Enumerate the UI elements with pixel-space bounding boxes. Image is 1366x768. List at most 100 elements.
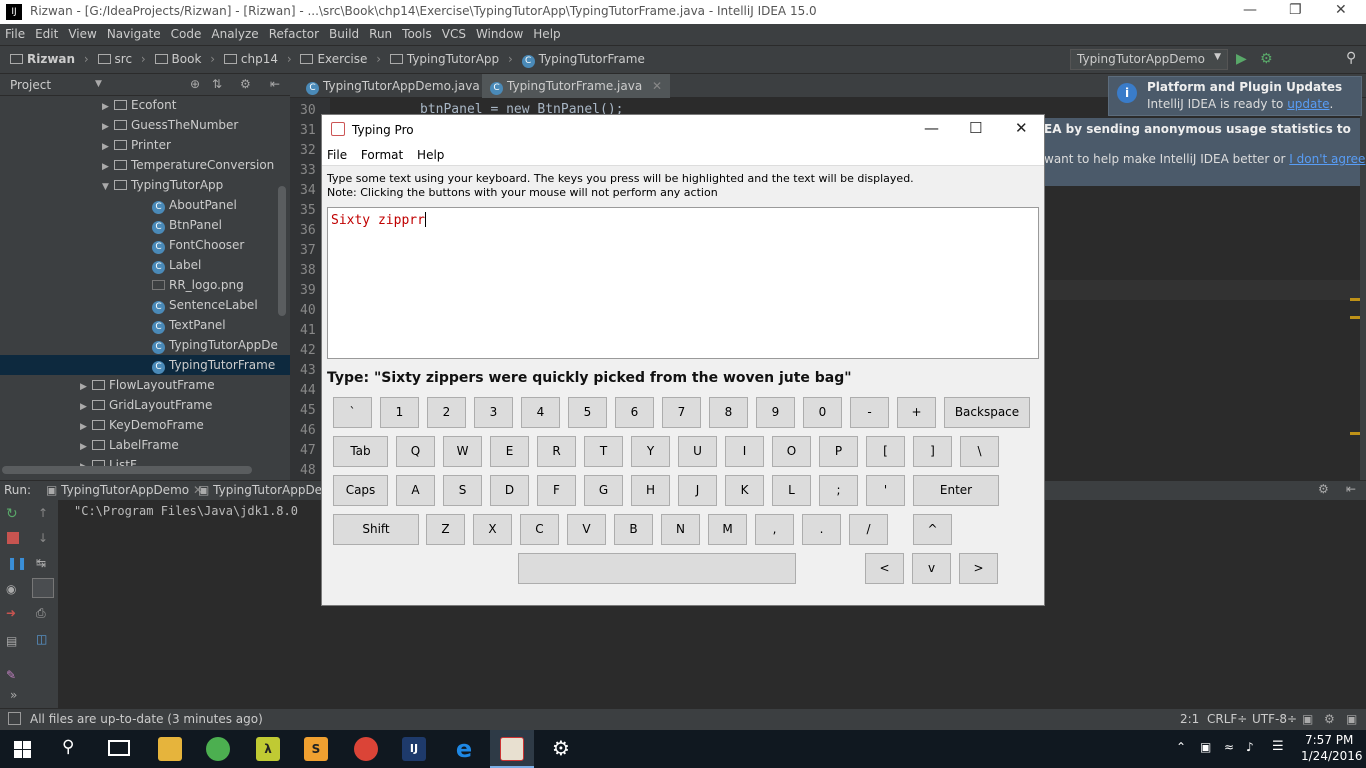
layout-icon[interactable]: ▤ [6, 634, 17, 648]
key-r[interactable]: R [537, 436, 576, 467]
key-6[interactable]: 6 [615, 397, 654, 428]
arrow-up-icon[interactable]: ↑ [38, 506, 48, 520]
menu-vcs[interactable]: VCS [437, 24, 471, 44]
key-s[interactable]: S [443, 475, 482, 506]
tree-item[interactable]: RR_logo.png [0, 275, 290, 295]
chevron-up-icon[interactable]: ⌃ [1176, 740, 1186, 754]
file-encoding[interactable]: UTF-8÷ [1252, 712, 1297, 726]
breadcrumb-typingtutorapp[interactable]: TypingTutorApp [407, 52, 499, 66]
key-l[interactable]: L [772, 475, 811, 506]
volume-icon[interactable]: ♪ [1246, 740, 1254, 754]
soft-wrap-icon[interactable]: ↹ [36, 556, 46, 570]
key-t[interactable]: T [584, 436, 623, 467]
project-panel-title[interactable]: Project [10, 78, 51, 92]
inspector-icon[interactable]: ⚙ [1324, 712, 1335, 726]
key-i[interactable]: I [725, 436, 764, 467]
maximize-icon[interactable]: ☐ [969, 119, 982, 137]
edge-icon[interactable]: e [452, 737, 476, 761]
key-e[interactable]: E [490, 436, 529, 467]
key-caps[interactable]: Caps [333, 475, 388, 506]
key-v[interactable]: v [912, 553, 951, 584]
tree-item[interactable]: ▶ TemperatureConversion [0, 155, 290, 175]
task-view-icon[interactable] [108, 740, 130, 756]
key-y[interactable]: Y [631, 436, 670, 467]
lock-icon[interactable]: ▣ [1302, 712, 1313, 726]
key-7[interactable]: 7 [662, 397, 701, 428]
update-link[interactable]: update [1287, 97, 1329, 111]
key-g[interactable]: G [584, 475, 623, 506]
collapse-icon[interactable]: ⇅ [212, 77, 222, 91]
settings-icon[interactable]: ⚙ [552, 736, 570, 760]
menu-code[interactable]: Code [166, 24, 207, 44]
key-k[interactable]: K [725, 475, 764, 506]
tool-windows-icon[interactable] [8, 712, 21, 725]
key-shift[interactable]: Shift [333, 514, 419, 545]
key-j[interactable]: J [678, 475, 717, 506]
tree-item[interactable]: ▶ GuessTheNumber [0, 115, 290, 135]
tree-item[interactable]: ▶ GridLayoutFrame [0, 395, 290, 415]
typed-text-area[interactable]: Sixty zipprr [327, 207, 1039, 359]
search-icon[interactable]: ⚲ [1346, 50, 1356, 66]
tree-item[interactable]: C TextPanel [0, 315, 290, 335]
file-explorer-icon[interactable] [158, 737, 182, 761]
breadcrumb-src[interactable]: src [115, 52, 133, 66]
close-icon[interactable]: ✕ [1335, 2, 1347, 18]
tree-item[interactable]: C FontChooser [0, 235, 290, 255]
menu-navigate[interactable]: Navigate [102, 24, 166, 44]
tree-item[interactable]: C TypingTutorAppDe [0, 335, 290, 355]
tree-item[interactable]: C SentenceLabel [0, 295, 290, 315]
key-1[interactable]: 1 [380, 397, 419, 428]
key-up[interactable]: ^ [913, 514, 952, 545]
exit-icon[interactable]: ➜ [6, 606, 16, 620]
close-icon[interactable]: ✕ [1015, 119, 1028, 137]
windows-start-icon[interactable] [14, 741, 31, 758]
menu-file[interactable]: File [322, 145, 352, 162]
key-right[interactable]: > [959, 553, 998, 584]
tree-item[interactable]: C Label [0, 255, 290, 275]
gear-icon[interactable]: ⚙ [240, 77, 251, 91]
chevron-right-icon[interactable]: ▶ [102, 137, 114, 157]
clock-time[interactable]: 7:57 PM [1305, 733, 1353, 747]
menu-build[interactable]: Build [324, 24, 364, 44]
network-icon[interactable]: ▣ [1200, 740, 1211, 754]
key-tab[interactable]: Tab [333, 436, 388, 467]
chevron-right-icon[interactable]: ▶ [102, 157, 114, 177]
caret-position[interactable]: 2:1 [1180, 712, 1199, 726]
utorrent-icon[interactable] [206, 737, 230, 761]
run-config-select[interactable]: TypingTutorAppDemo ▼ [1070, 49, 1228, 70]
menu-help[interactable]: Help [528, 24, 565, 44]
key-period[interactable]: . [802, 514, 841, 545]
stop-icon[interactable] [7, 532, 19, 544]
menu-run[interactable]: Run [364, 24, 397, 44]
clock-date[interactable]: 1/24/2016 [1301, 749, 1363, 763]
lambda-app-icon[interactable]: λ [256, 737, 280, 761]
event-log-icon[interactable]: ▣ [1346, 712, 1357, 726]
line-separator[interactable]: CRLF÷ [1207, 712, 1247, 726]
minimize-icon[interactable]: — [924, 119, 939, 137]
chevron-right-icon[interactable]: ▶ [102, 117, 114, 137]
key-n[interactable]: N [661, 514, 700, 545]
key-semicolon[interactable]: ; [819, 475, 858, 506]
key-v[interactable]: V [567, 514, 606, 545]
run-tab-2[interactable]: ▣ TypingTutorAppDe [198, 483, 322, 497]
key-2[interactable]: 2 [427, 397, 466, 428]
key-f[interactable]: F [537, 475, 576, 506]
key-b[interactable]: B [614, 514, 653, 545]
gear-icon[interactable]: ⚙ [1318, 482, 1329, 496]
rerun-icon[interactable]: ↻ [6, 506, 18, 522]
chrome-icon[interactable] [354, 737, 378, 761]
minimize-icon[interactable]: — [1243, 2, 1257, 18]
key-q[interactable]: Q [396, 436, 435, 467]
chevron-right-icon[interactable]: ▶ [80, 417, 92, 437]
more-icon[interactable]: » [10, 688, 17, 702]
search-icon[interactable]: ⚲ [62, 737, 74, 757]
chevron-down-icon[interactable]: ▼ [95, 79, 102, 89]
key-quote[interactable]: ' [866, 475, 905, 506]
tree-item[interactable]: C AboutPanel [0, 195, 290, 215]
intellij-icon[interactable]: IJ [402, 737, 426, 761]
tree-item[interactable]: ▶ FlowLayoutFrame [0, 375, 290, 395]
breadcrumb-book[interactable]: Book [172, 52, 202, 66]
key-d[interactable]: D [490, 475, 529, 506]
menu-view[interactable]: View [63, 24, 101, 44]
key-0[interactable]: 0 [803, 397, 842, 428]
